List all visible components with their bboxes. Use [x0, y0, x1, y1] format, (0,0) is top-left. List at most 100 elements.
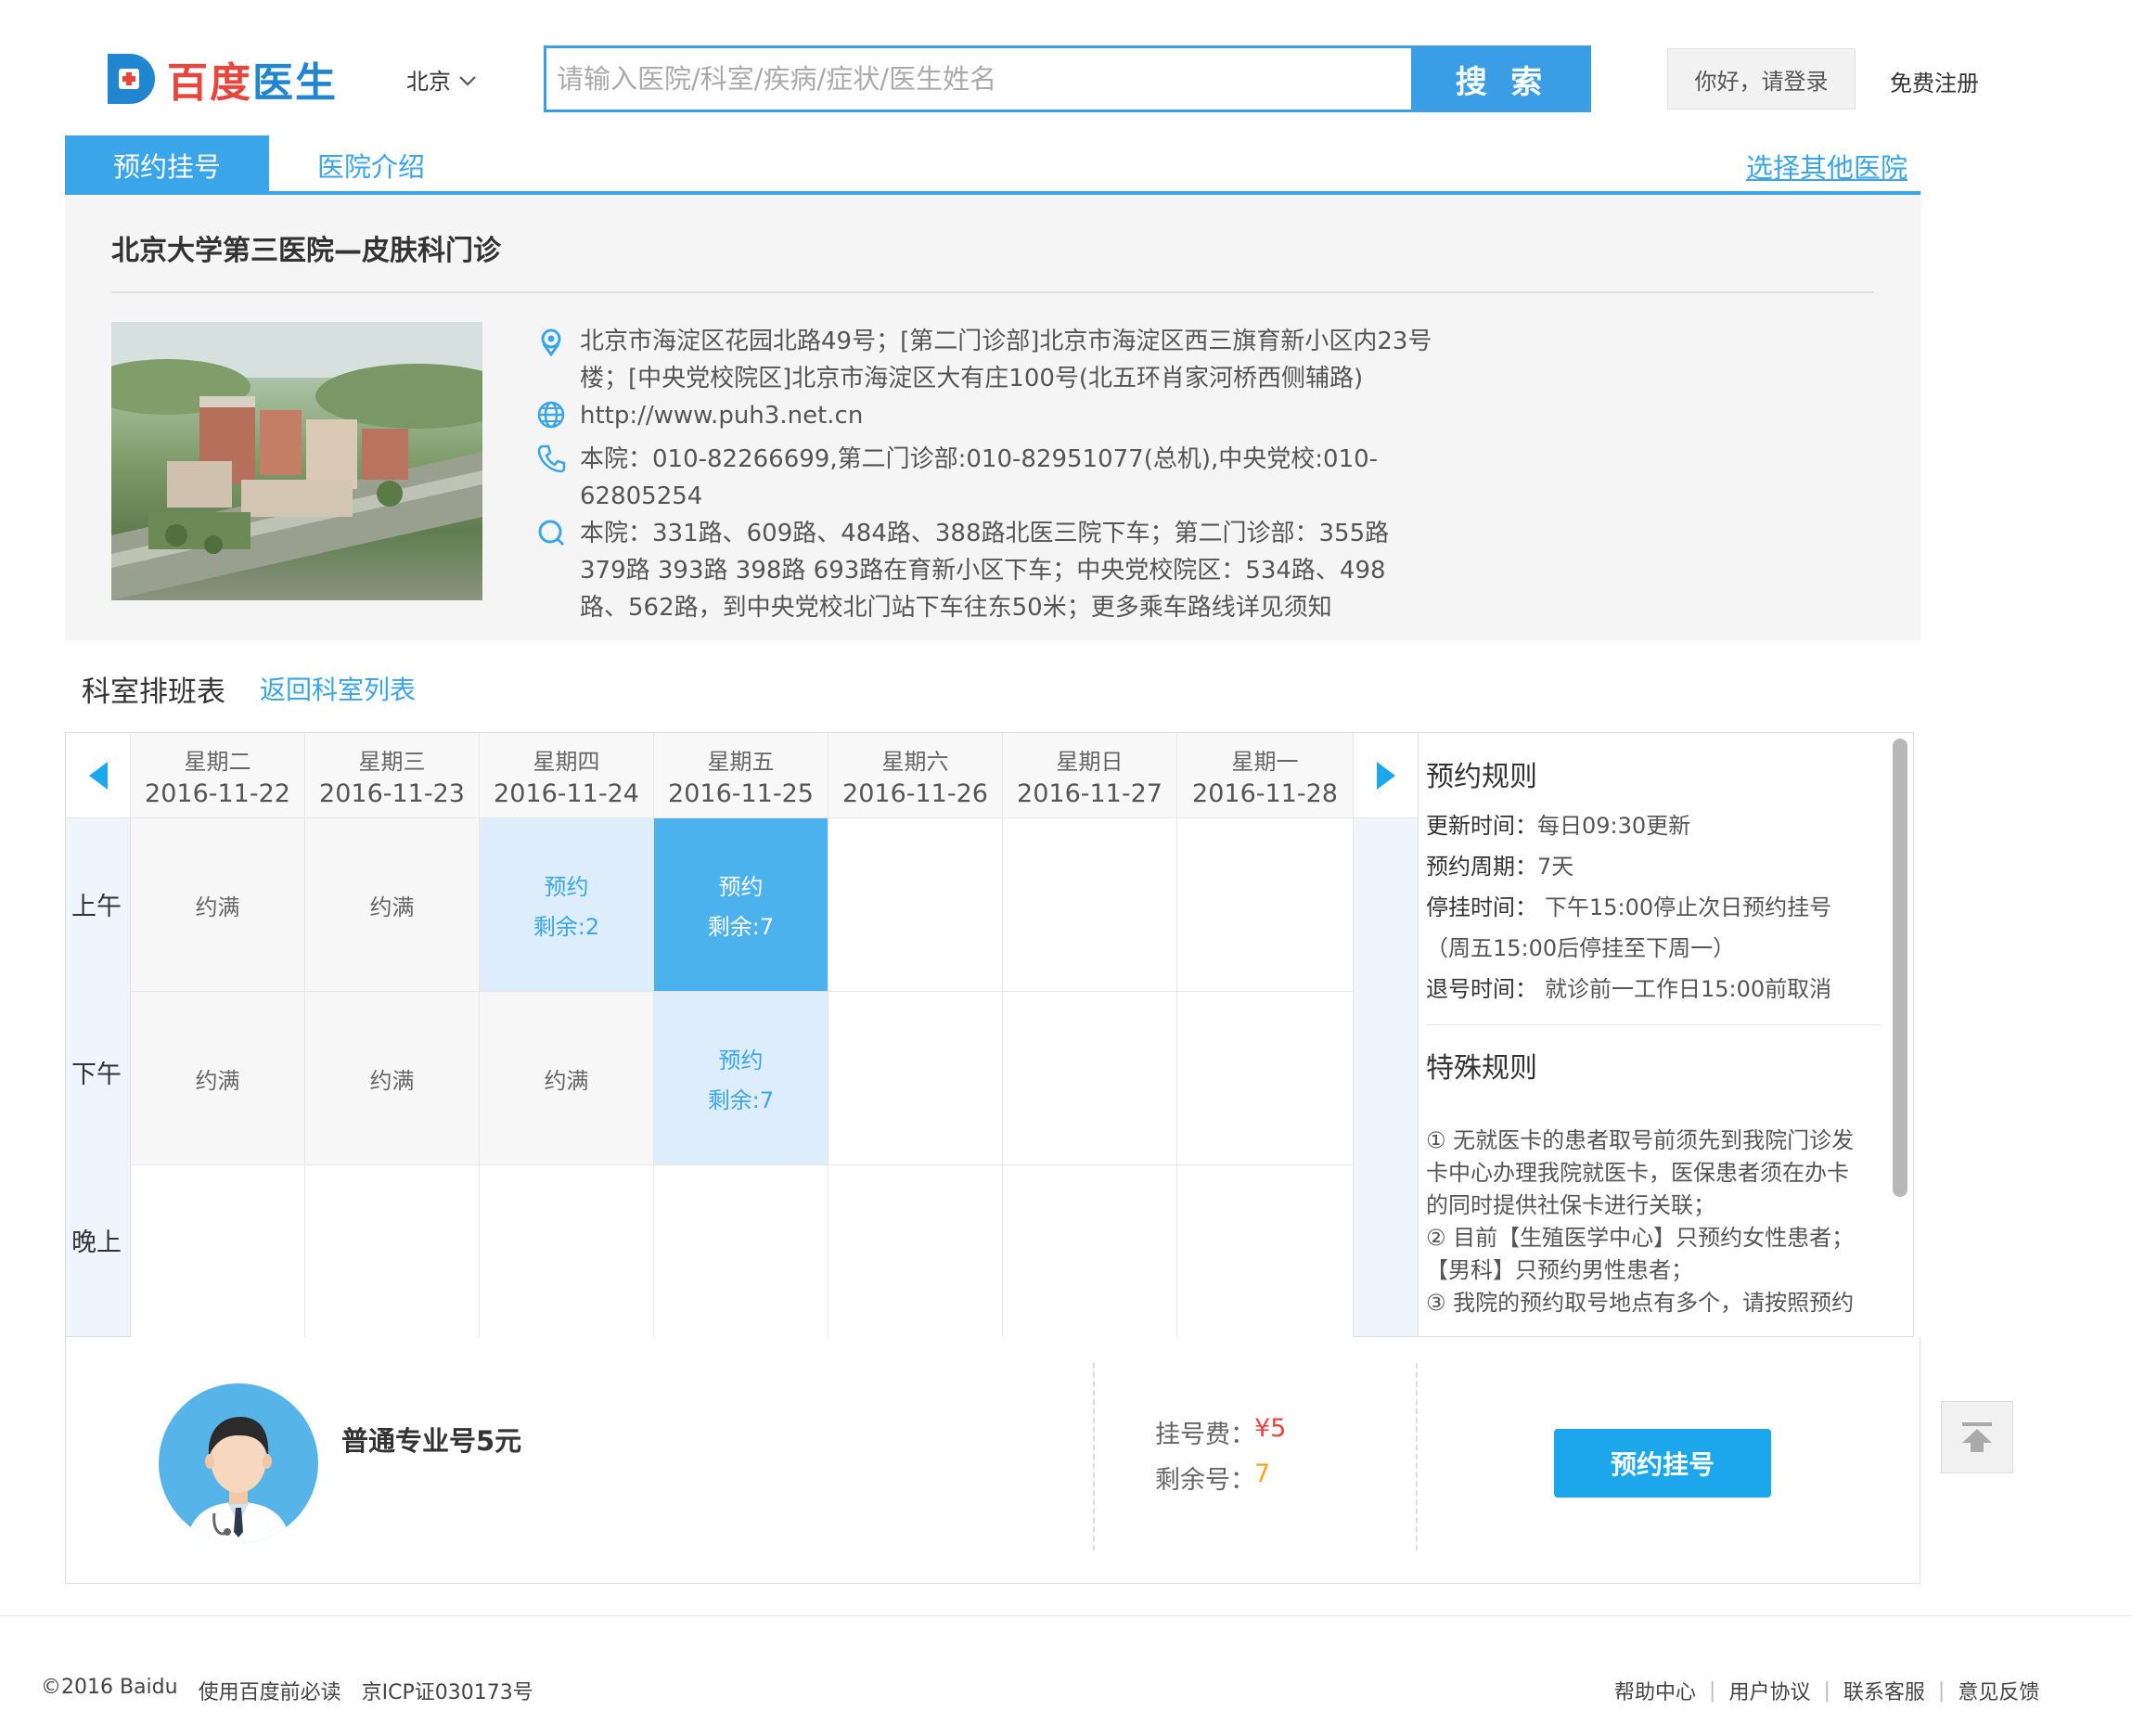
day-header: 星期一 2016-11-28: [1177, 733, 1354, 818]
address-line-2: 楼；[中央党校院区]北京市海淀区大有庄100号(北五环肖家河桥西侧辅路): [580, 365, 1364, 392]
tab-appointment[interactable]: 预约挂号: [65, 135, 269, 195]
separator: |: [1937, 1678, 1946, 1703]
slot-full-label: 约满: [195, 894, 240, 920]
slot-empty: [1003, 818, 1177, 992]
logo-text-part1: 百度: [167, 59, 252, 107]
dashed-divider: [1093, 1363, 1095, 1550]
baidu-doctor-logo[interactable]: 百度医生: [102, 48, 338, 109]
search-button[interactable]: 搜 索: [1414, 45, 1591, 112]
period-label-evening: 晚上: [71, 1228, 122, 1257]
special-rule-line: ② 目前【生殖医学中心】只预约女性患者；: [1426, 1225, 1855, 1251]
login-button[interactable]: 你好，请登录: [1667, 48, 1856, 109]
special-rule-line: 卡中心办理我院就医卡，医保患者须在办卡: [1426, 1160, 1849, 1186]
rule-value: 7天: [1537, 854, 1574, 880]
special-rule-line: 的同时提供社保卡进行关联；: [1426, 1192, 1715, 1218]
footer-links: 帮助中心 | 用户协议 | 联系客服 | 意见反馈: [1614, 1676, 2039, 1705]
remaining-label: 剩余号：: [1155, 1466, 1255, 1495]
slot-empty: [1003, 992, 1177, 1165]
footer-left: ©2016 Baidu 使用百度前必读 京ICP证030173号: [41, 1676, 533, 1705]
weekday: 星期五: [707, 748, 775, 775]
slot-empty: [131, 1165, 305, 1338]
feedback-link[interactable]: 意见反馈: [1958, 1676, 2039, 1705]
chevron-down-icon: [458, 67, 477, 93]
special-rule-line: ③ 我院的预约取号地点有多个，请按照预约: [1426, 1290, 1855, 1316]
dashed-divider: [1416, 1363, 1418, 1550]
weekday: 星期日: [1056, 748, 1124, 775]
phone-line-2: 62805254: [580, 482, 703, 510]
rule-update-time: 更新时间：每日09:30更新: [1426, 805, 1690, 846]
must-read-link[interactable]: 使用百度前必读: [199, 1676, 341, 1705]
address-line-1: 北京市海淀区花园北路49号；[第二门诊部]北京市海淀区西三旗育新小区内23号: [580, 328, 1432, 355]
bus-route-icon: [536, 518, 566, 551]
rule-label: 退号时间：: [1426, 976, 1537, 1002]
slot-empty: [1177, 1165, 1354, 1338]
choose-other-hospital-link[interactable]: 选择其他医院: [1746, 147, 1907, 186]
phone-icon: [536, 444, 566, 477]
tab-hospital-intro[interactable]: 医院介绍: [269, 135, 473, 195]
slot-empty: [305, 1165, 480, 1338]
back-to-top-button[interactable]: [1941, 1401, 2013, 1473]
weekday: 星期一: [1231, 748, 1299, 775]
arrow-left-icon: [88, 761, 108, 790]
footer-divider: [0, 1615, 2132, 1616]
slot-empty: [480, 1165, 654, 1338]
rule-value: 就诊前一工作日15:00前取消: [1545, 976, 1832, 1002]
rule-cycle: 预约周期：7天: [1426, 846, 1573, 887]
user-agreement-link[interactable]: 用户协议: [1728, 1676, 1810, 1705]
back-to-department-list-link[interactable]: 返回科室列表: [260, 670, 416, 707]
slot-full: 约满: [131, 992, 305, 1165]
hospital-website-link[interactable]: http://www.puh3.net.cn: [580, 397, 863, 434]
date: 2016-11-26: [842, 778, 988, 808]
transit-line-2: 379路 393路 398路 693路在育新小区下车；中央党校院区：534路、4…: [580, 557, 1386, 585]
rule-value: 下午15:00停止次日预约挂号: [1545, 894, 1832, 920]
date: 2016-11-22: [145, 778, 290, 808]
rule-stop-time: 停挂时间： 下午15:00停止次日预约挂号: [1426, 887, 1831, 928]
divider: [111, 291, 1874, 293]
day-header: 星期六 2016-11-26: [828, 733, 1003, 818]
weekday: 星期三: [358, 748, 426, 775]
schedule-table: 星期二 2016-11-22 星期三 2016-11-23 星期四 2016-11-2…: [65, 732, 1419, 1338]
customer-service-link[interactable]: 联系客服: [1843, 1676, 1925, 1705]
slot-full-label: 约满: [544, 1067, 589, 1094]
slot-selected[interactable]: 预约剩余:7: [654, 818, 828, 992]
weekday: 星期二: [184, 748, 251, 775]
search-input[interactable]: [557, 48, 1406, 109]
date: 2016-11-24: [494, 778, 639, 808]
date: 2016-11-25: [668, 778, 814, 808]
city-selector[interactable]: 北京: [406, 63, 477, 96]
slot-empty: [1003, 1165, 1177, 1338]
icp-link[interactable]: 京ICP证030173号: [362, 1676, 533, 1705]
rule-value: 每日09:30更新: [1537, 813, 1691, 839]
period-label-afternoon: 下午: [71, 1061, 122, 1089]
rule-label: 预约周期：: [1426, 854, 1537, 880]
next-week-button[interactable]: [1354, 733, 1419, 818]
phone-line-1: 本院：010-82266699,第二门诊部:010-82951077(总机),中…: [580, 445, 1379, 473]
slot-empty: [654, 1165, 828, 1338]
separator: |: [1709, 1678, 1716, 1703]
day-header: 星期二 2016-11-22: [131, 733, 305, 818]
slot-available[interactable]: 预约 剩余:7: [654, 992, 828, 1165]
slot-full-label: 约满: [195, 1067, 240, 1094]
register-link[interactable]: 免费注册: [1890, 65, 1979, 97]
period-label-morning: 上午: [71, 893, 122, 921]
hospital-photo: [111, 322, 482, 600]
rule-label: 停挂时间：: [1426, 894, 1537, 920]
slot-remain: 剩余:7: [707, 914, 775, 940]
special-rule-line: 【男科】只预约男性患者；: [1426, 1257, 1693, 1283]
period-column-right: [1354, 818, 1419, 1336]
arrow-right-icon: [1377, 761, 1395, 790]
slot-empty: [828, 1165, 1003, 1338]
transit-line-1: 本院：331路、609路、484路、388路北医三院下车；第二门诊部：355路: [580, 520, 1390, 547]
logo-text-part2: 医生: [252, 59, 338, 107]
remaining-value: 7: [1254, 1460, 1271, 1488]
slot-book-label: 预约: [718, 874, 764, 900]
slot-full-label: 约满: [369, 1067, 415, 1094]
book-appointment-button[interactable]: 预约挂号: [1554, 1429, 1771, 1498]
slot-empty: [828, 818, 1003, 992]
slot-available[interactable]: 预约 剩余:2: [480, 818, 654, 992]
help-center-link[interactable]: 帮助中心: [1614, 1676, 1696, 1705]
day-header: 星期五 2016-11-25: [654, 733, 828, 818]
rules-scrollbar[interactable]: [1893, 739, 1907, 1197]
prev-week-button[interactable]: [66, 733, 131, 818]
schedule-title: 科室排班表: [82, 675, 225, 709]
